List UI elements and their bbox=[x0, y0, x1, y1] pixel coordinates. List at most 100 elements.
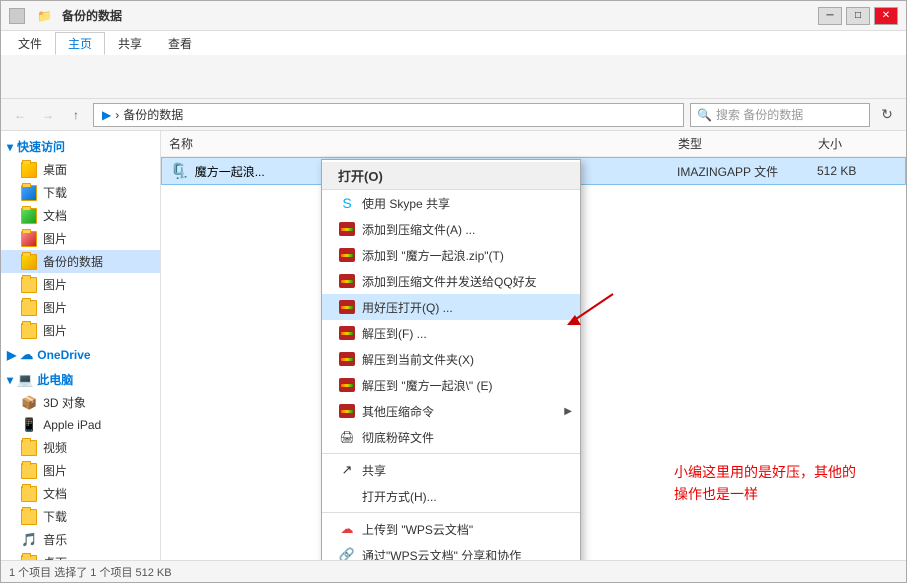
tab-share[interactable]: 共享 bbox=[105, 32, 155, 55]
sidebar-item-label: 备份的数据 bbox=[43, 253, 103, 270]
menu-share[interactable]: ↗ 共享 bbox=[322, 457, 580, 483]
back-button[interactable]: ← bbox=[9, 104, 31, 126]
ipad-icon: 📱 bbox=[21, 417, 37, 433]
refresh-button[interactable]: ↻ bbox=[876, 104, 898, 126]
music-icon: 🎵 bbox=[21, 532, 37, 548]
winrar-icon3 bbox=[338, 272, 356, 290]
sidebar-item-downloads[interactable]: 下载 bbox=[1, 181, 160, 204]
menu-add-zip[interactable]: 添加到 "魔方一起浪.zip"(T) bbox=[322, 242, 580, 268]
search-box[interactable]: 🔍 搜索 备份的数据 bbox=[690, 103, 870, 127]
winrar-icon bbox=[338, 220, 356, 238]
other-compress-icon bbox=[338, 402, 356, 420]
close-button[interactable]: ✕ bbox=[874, 7, 898, 25]
menu-extract-folder[interactable]: 解压到 "魔方一起浪\" (E) bbox=[322, 372, 580, 398]
menu-extract[interactable]: 解压到(F) ... bbox=[322, 320, 580, 346]
menu-add-archive[interactable]: 添加到压缩文件(A) ... bbox=[322, 216, 580, 242]
menu-wps-upload[interactable]: ☁ 上传到 "WPS云文档" bbox=[322, 516, 580, 542]
folder-backup-icon bbox=[21, 254, 37, 270]
column-size-header[interactable]: 大小 bbox=[818, 135, 898, 152]
menu-item-label: 添加到压缩文件并发送给QQ好友 bbox=[362, 273, 537, 290]
sidebar-item-label: 图片 bbox=[43, 230, 67, 247]
breadcrumb-arrow: ▶ bbox=[102, 108, 111, 122]
haozip-icon bbox=[338, 298, 356, 316]
folder-doc-icon bbox=[21, 208, 37, 224]
menu-open-title: 打开(O) bbox=[322, 162, 580, 190]
folder-icon bbox=[21, 555, 37, 561]
menu-extract-here[interactable]: 解压到当前文件夹(X) bbox=[322, 346, 580, 372]
maximize-button[interactable]: □ bbox=[846, 7, 870, 25]
sidebar-thispc-label: 此电脑 bbox=[37, 371, 73, 388]
sidebar-onedrive-label: OneDrive bbox=[37, 348, 90, 362]
sidebar-item-desktop[interactable]: 桌面 bbox=[1, 158, 160, 181]
folder-icon bbox=[21, 277, 37, 293]
column-name-header[interactable]: 名称 bbox=[169, 135, 678, 152]
window-controls bbox=[9, 8, 25, 24]
context-menu: 打开(O) S 使用 Skype 共享 添加到压缩文件(A) ... 添加到 "… bbox=[321, 159, 581, 560]
sidebar-item-label: 图片 bbox=[43, 462, 67, 479]
sidebar-item-label: 下载 bbox=[43, 184, 67, 201]
sidebar-item-pics[interactable]: 图片 bbox=[1, 459, 160, 482]
titlebar-title: 备份的数据 bbox=[62, 7, 122, 24]
statusbar: 1 个项目 选择了 1 个项目 512 KB bbox=[1, 560, 906, 582]
sidebar-item-ipad[interactable]: 📱 Apple iPad bbox=[1, 414, 160, 436]
menu-send-qq[interactable]: 添加到压缩文件并发送给QQ好友 bbox=[322, 268, 580, 294]
skype-icon: S bbox=[338, 194, 356, 212]
breadcrumb-separator: › bbox=[115, 108, 119, 122]
sidebar-item-desktop2[interactable]: 桌面 bbox=[1, 551, 160, 560]
sidebar-item-label: 图片 bbox=[43, 299, 67, 316]
system-icon bbox=[9, 8, 25, 24]
address-box[interactable]: ▶ › 备份的数据 bbox=[93, 103, 684, 127]
column-type-header[interactable]: 类型 bbox=[678, 135, 818, 152]
sidebar-item-videos[interactable]: 视频 bbox=[1, 436, 160, 459]
forward-button[interactable]: → bbox=[37, 104, 59, 126]
tab-home[interactable]: 主页 bbox=[55, 32, 105, 55]
menu-item-label: 共享 bbox=[362, 462, 386, 479]
callout-label: 小编这里用的是好压，其他的操作也是一样 bbox=[674, 464, 856, 502]
sidebar-item-3dobjects[interactable]: 📦 3D 对象 bbox=[1, 391, 160, 414]
statusbar-text: 1 个项目 选择了 1 个项目 512 KB bbox=[9, 564, 172, 580]
menu-item-label: 解压到 "魔方一起浪\" (E) bbox=[362, 377, 493, 394]
sidebar-item-documents[interactable]: 文档 bbox=[1, 204, 160, 227]
sidebar-header-thispc[interactable]: ▾ 💻 此电脑 bbox=[1, 368, 160, 391]
menu-skype-share[interactable]: S 使用 Skype 共享 bbox=[322, 190, 580, 216]
sidebar-item-label: 3D 对象 bbox=[43, 394, 86, 411]
sidebar-item-label: 音乐 bbox=[43, 531, 67, 548]
sidebar-header-quickaccess[interactable]: ▾ 快速访问 bbox=[1, 135, 160, 158]
minimize-button[interactable]: ─ bbox=[818, 7, 842, 25]
sidebar-item-pictures2[interactable]: 图片 bbox=[1, 273, 160, 296]
sidebar-item-music[interactable]: 🎵 音乐 bbox=[1, 528, 160, 551]
sidebar-item-docs[interactable]: 文档 bbox=[1, 482, 160, 505]
sidebar-item-pictures[interactable]: 图片 bbox=[1, 227, 160, 250]
sidebar-item-pictures3[interactable]: 图片 bbox=[1, 296, 160, 319]
menu-wps-share[interactable]: 🔗 通过"WPS云文档" 分享和协作 bbox=[322, 542, 580, 560]
folder-desktop-icon bbox=[21, 162, 37, 178]
folder-icon bbox=[21, 323, 37, 339]
tab-view[interactable]: 查看 bbox=[155, 32, 205, 55]
tab-file[interactable]: 文件 bbox=[5, 32, 55, 55]
shred-icon: 🖨 bbox=[338, 428, 356, 446]
menu-other-compress[interactable]: 其他压缩命令 ▶ bbox=[322, 398, 580, 424]
menu-open-with[interactable]: 打开方式(H)... bbox=[322, 483, 580, 509]
sidebar-item-dl[interactable]: 下载 bbox=[1, 505, 160, 528]
3d-icon: 📦 bbox=[21, 395, 37, 411]
menu-separator-2 bbox=[322, 512, 580, 513]
menu-item-label: 用好压打开(Q) ... bbox=[362, 299, 453, 316]
folder-icon bbox=[21, 486, 37, 502]
chevron-icon: ▾ bbox=[7, 373, 13, 387]
sidebar-header-onedrive[interactable]: ▶ ☁ OneDrive bbox=[1, 344, 160, 366]
menu-item-label: 上传到 "WPS云文档" bbox=[362, 521, 473, 538]
menu-shred[interactable]: 🖨 彻底粉碎文件 bbox=[322, 424, 580, 450]
sidebar-item-backup[interactable]: 备份的数据 bbox=[1, 250, 160, 273]
wps-share-icon: 🔗 bbox=[338, 546, 356, 560]
chevron-icon: ▾ bbox=[7, 140, 13, 154]
content-area: 名称 类型 大小 🗜️ 魔方一起浪... IMAZINGAPP 文件 512 K… bbox=[161, 131, 906, 560]
folder-icon bbox=[21, 509, 37, 525]
titlebar: 📁 备份的数据 ─ □ ✕ bbox=[1, 1, 906, 31]
menu-open-haozip[interactable]: 用好压打开(Q) ... bbox=[322, 294, 580, 320]
folder-dl-icon bbox=[21, 185, 37, 201]
sidebar-item-label: 文档 bbox=[43, 485, 67, 502]
sidebar-item-pictures4[interactable]: 图片 bbox=[1, 319, 160, 342]
up-button[interactable]: ↑ bbox=[65, 104, 87, 126]
breadcrumb-current: 备份的数据 bbox=[123, 106, 183, 123]
winrar-icon2 bbox=[338, 246, 356, 264]
